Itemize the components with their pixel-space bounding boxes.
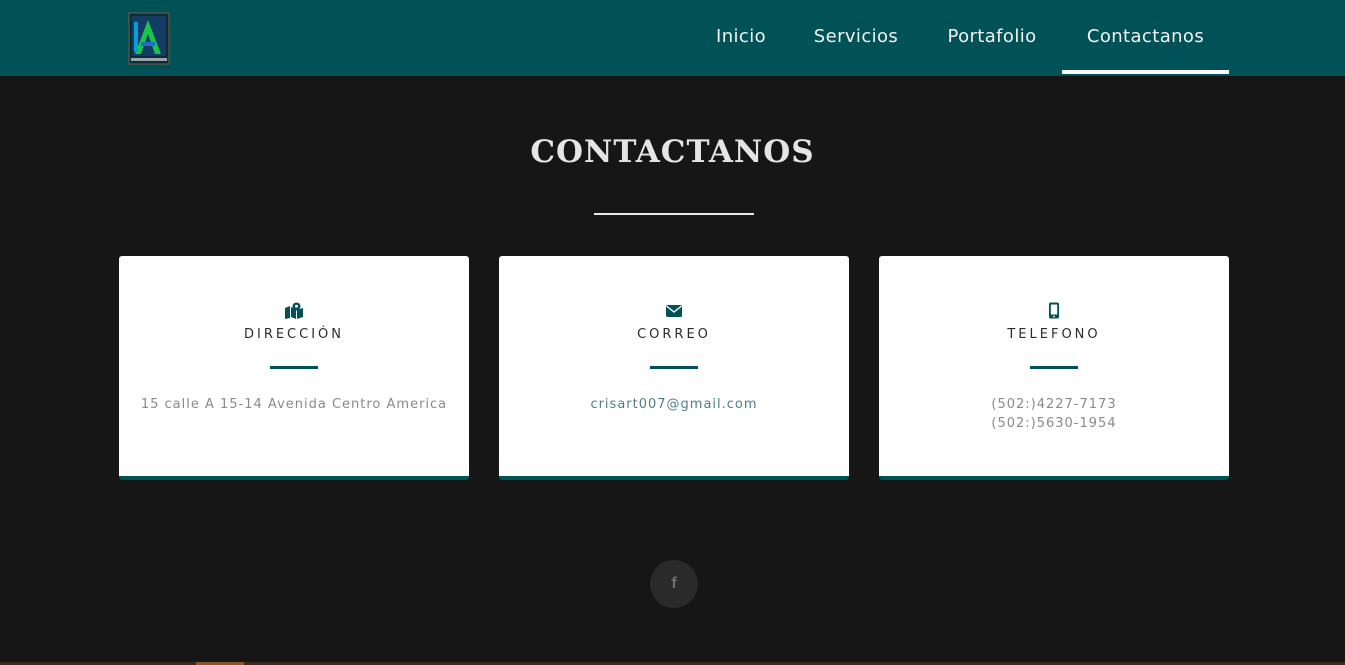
top-navbar: Inicio Servicios Portafolio Contactanos <box>0 0 1345 76</box>
email-title: CORREO <box>637 327 711 342</box>
nav-inicio[interactable]: Inicio <box>704 0 778 76</box>
page-title: CONTACTANOS <box>530 134 815 170</box>
phone-numbers: (502:)4227-7173 (502:)5630-1954 <box>879 395 1229 433</box>
nav-contactanos[interactable]: Contactanos <box>1062 0 1229 76</box>
mobile-phone-icon <box>879 302 1229 320</box>
address-divider <box>270 366 318 369</box>
phone-divider <box>1030 366 1078 369</box>
brand-logo[interactable] <box>128 12 170 65</box>
nav-portafolio[interactable]: Portafolio <box>936 0 1048 76</box>
phone-number-1: (502:)4227-7173 <box>991 397 1117 412</box>
title-divider <box>594 213 754 215</box>
phone-card: TELEFONO (502:)4227-7173 (502:)5630-1954 <box>879 256 1229 480</box>
email-divider <box>650 366 698 369</box>
email-link[interactable]: crisart007@gmail.com <box>499 395 849 414</box>
nav-servicios[interactable]: Servicios <box>804 0 908 76</box>
email-card: CORREO crisart007@gmail.com <box>499 256 849 480</box>
address-title: DIRECCIÓN <box>243 327 345 342</box>
address-text: 15 calle A 15-14 Avenida Centro America <box>140 397 448 412</box>
envelope-icon <box>499 302 849 320</box>
facebook-icon[interactable]: f <box>650 560 698 608</box>
phone-title: TELEFONO <box>1007 327 1101 342</box>
map-marker-icon <box>119 302 469 320</box>
phone-number-2: (502:)5630-1954 <box>991 416 1117 431</box>
address-card: DIRECCIÓN 15 calle A 15-14 Avenida Centr… <box>119 256 469 480</box>
